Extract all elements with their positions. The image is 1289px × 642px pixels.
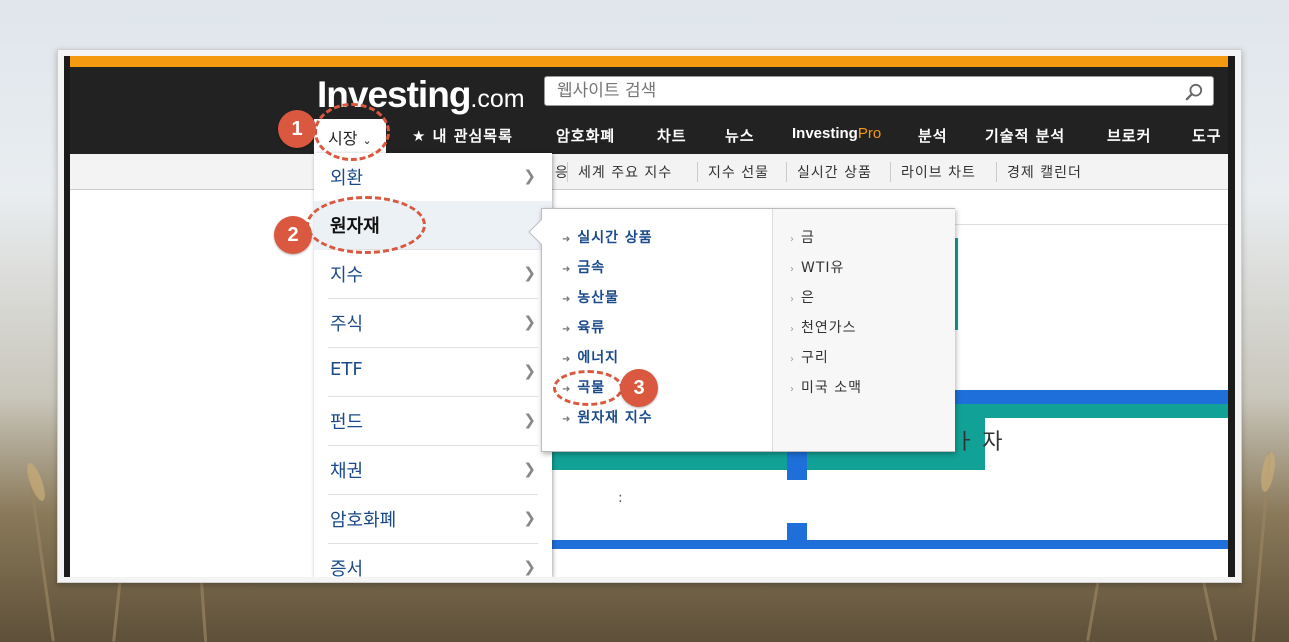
flyout-agriculture[interactable]: ➜ 농산물 xyxy=(562,287,619,307)
flyout-link-label: 미국 소맥 xyxy=(801,380,862,396)
flyout-link-label: 은 xyxy=(801,290,815,306)
chevron-right-icon: › xyxy=(790,234,795,245)
menu-item-indices[interactable]: 지수 ❯ xyxy=(314,250,552,299)
flyout-link-label: WTI유 xyxy=(801,260,845,276)
nav-crypto[interactable]: 암호화폐 xyxy=(556,125,615,146)
arrow-icon: ➜ xyxy=(562,354,572,365)
step-badge-1: 1 xyxy=(278,110,316,148)
logo-domain: .com xyxy=(470,85,525,113)
menu-item-funds[interactable]: 펀드 ❯ xyxy=(314,397,552,446)
nav-brokers[interactable]: 브로커 xyxy=(1107,125,1151,146)
blue-connector xyxy=(787,450,807,480)
sub-nav: 응 세계 주요 지수 지수 선물 실시간 상품 라이브 차트 경제 캘린더 xyxy=(70,154,1228,190)
blue-band xyxy=(950,390,1228,404)
menu-item-label: 암호화폐 xyxy=(330,510,397,531)
arrow-icon: ➜ xyxy=(562,264,572,275)
chevron-right-icon: ❯ xyxy=(523,411,536,429)
menu-item-certificates[interactable]: 증서 ❯ xyxy=(314,544,552,577)
step-badge-2: 2 xyxy=(274,216,312,254)
nav-watchlist[interactable]: ★ 내 관심목록 xyxy=(412,125,513,146)
investingpro-label: Investing xyxy=(792,125,858,142)
flyout-natural-gas[interactable]: › 천연가스 xyxy=(790,317,857,337)
flyout-link-label: 육류 xyxy=(577,320,606,336)
nav-analysis[interactable]: 분석 xyxy=(918,125,948,146)
flyout-link-label: 에너지 xyxy=(577,350,620,366)
search-box xyxy=(544,76,1214,106)
chevron-right-icon: ❯ xyxy=(523,362,536,380)
flyout-live-commodities[interactable]: ➜ 실시간 상품 xyxy=(562,227,653,247)
chevron-right-icon: › xyxy=(790,354,795,365)
chevron-right-icon: › xyxy=(790,384,795,395)
chevron-right-icon: › xyxy=(790,324,795,335)
arrow-icon: ➜ xyxy=(562,294,572,305)
chevron-right-icon: ❯ xyxy=(523,460,536,478)
site-header: Investing .com 시장 ⌄ ★ 내 관심목록 암호화폐 차트 뉴스 I… xyxy=(70,67,1228,154)
browser-screen: Investing .com 시장 ⌄ ★ 내 관심목록 암호화폐 차트 뉴스 I… xyxy=(64,56,1235,577)
menu-item-label: 펀드 xyxy=(330,412,364,433)
nav-technical[interactable]: 기술적 분석 xyxy=(985,125,1065,146)
search-icon[interactable] xyxy=(1185,83,1203,101)
chevron-right-icon: ❯ xyxy=(523,313,536,331)
subnav-economic-calendar[interactable]: 경제 캘린더 xyxy=(996,162,1092,182)
nav-charts[interactable]: 차트 xyxy=(657,125,687,146)
flyout-link-label: 천연가스 xyxy=(801,320,857,336)
chevron-right-icon: ❯ xyxy=(523,509,536,527)
flyout-silver[interactable]: › 은 xyxy=(790,287,815,307)
flyout-link-label: 금속 xyxy=(577,260,606,276)
chevron-right-icon: › xyxy=(790,294,795,305)
top-accent-bar xyxy=(70,56,1228,67)
arrow-icon: ➜ xyxy=(562,234,572,245)
arrow-icon: ➜ xyxy=(562,324,572,335)
chevron-right-icon: › xyxy=(790,264,795,275)
flyout-link-label: 구리 xyxy=(801,350,829,366)
subnav-live-commodities[interactable]: 실시간 상품 xyxy=(786,162,882,182)
chevron-right-icon: ❯ xyxy=(523,558,536,576)
menu-item-label: ETF xyxy=(330,359,363,380)
flyout-meats[interactable]: ➜ 육류 xyxy=(562,317,605,337)
nav-investingpro[interactable]: InvestingPro xyxy=(792,125,881,142)
flyout-copper[interactable]: › 구리 xyxy=(790,347,829,367)
highlight-ring-3 xyxy=(553,370,623,406)
flyout-link-label: 농산물 xyxy=(577,290,620,306)
menu-item-label: 주식 xyxy=(330,314,364,335)
flyout-link-label: 실시간 상품 xyxy=(577,230,653,246)
menu-item-crypto[interactable]: 암호화폐 ❯ xyxy=(314,495,552,544)
subnav-index-futures[interactable]: 지수 선물 xyxy=(697,162,779,182)
main-nav: 시장 ⌄ ★ 내 관심목록 암호화폐 차트 뉴스 InvestingPro 분석… xyxy=(70,119,1228,154)
flyout-commodity-indices[interactable]: ➜ 원자재 지수 xyxy=(562,407,653,427)
blue-bar-bottom xyxy=(548,540,1228,549)
menu-item-bonds[interactable]: 채권 ❯ xyxy=(314,446,552,495)
flyout-wti[interactable]: › WTI유 xyxy=(790,257,844,277)
chevron-right-icon: ❯ xyxy=(523,264,536,282)
highlight-ring-2 xyxy=(306,196,426,254)
arrow-icon: ➜ xyxy=(562,414,572,425)
partial-heading: ㅏ 자 xyxy=(955,430,1003,455)
subnav-world-indices[interactable]: 세계 주요 지수 xyxy=(567,162,682,182)
flyout-metals[interactable]: ➜ 금속 xyxy=(562,257,605,277)
menu-item-etf[interactable]: ETF ❯ xyxy=(314,348,552,397)
flyout-energy[interactable]: ➜ 에너지 xyxy=(562,347,619,367)
menu-item-stocks[interactable]: 주식 ❯ xyxy=(314,299,552,348)
menu-item-label: 외환 xyxy=(330,168,364,189)
subnav-live-charts[interactable]: 라이브 차트 xyxy=(890,162,986,182)
menu-item-label: 증서 xyxy=(330,559,364,577)
chevron-right-icon: ❯ xyxy=(523,167,536,185)
commodities-flyout: ➜ 실시간 상품 ➜ 금속 ➜ 농산물 ➜ 육류 ➜ 에너지 ➜ 곡물 ➜ 원자재 지수 › 금… xyxy=(528,208,955,452)
nav-tools[interactable]: 도구 xyxy=(1192,125,1222,146)
flyout-link-label: 금 xyxy=(801,230,815,246)
investingpro-accent: Pro xyxy=(857,125,882,142)
menu-item-label: 지수 xyxy=(330,265,364,286)
search-input[interactable] xyxy=(545,77,1165,105)
colon-text: : xyxy=(618,490,623,506)
highlight-ring-1 xyxy=(314,103,390,161)
flyout-link-label: 원자재 지수 xyxy=(577,410,653,426)
step-badge-3: 3 xyxy=(620,369,658,407)
flyout-us-wheat[interactable]: › 미국 소맥 xyxy=(790,377,862,397)
menu-item-label: 채권 xyxy=(330,461,364,482)
flyout-gold[interactable]: › 금 xyxy=(790,227,815,247)
nav-news[interactable]: 뉴스 xyxy=(725,125,755,146)
